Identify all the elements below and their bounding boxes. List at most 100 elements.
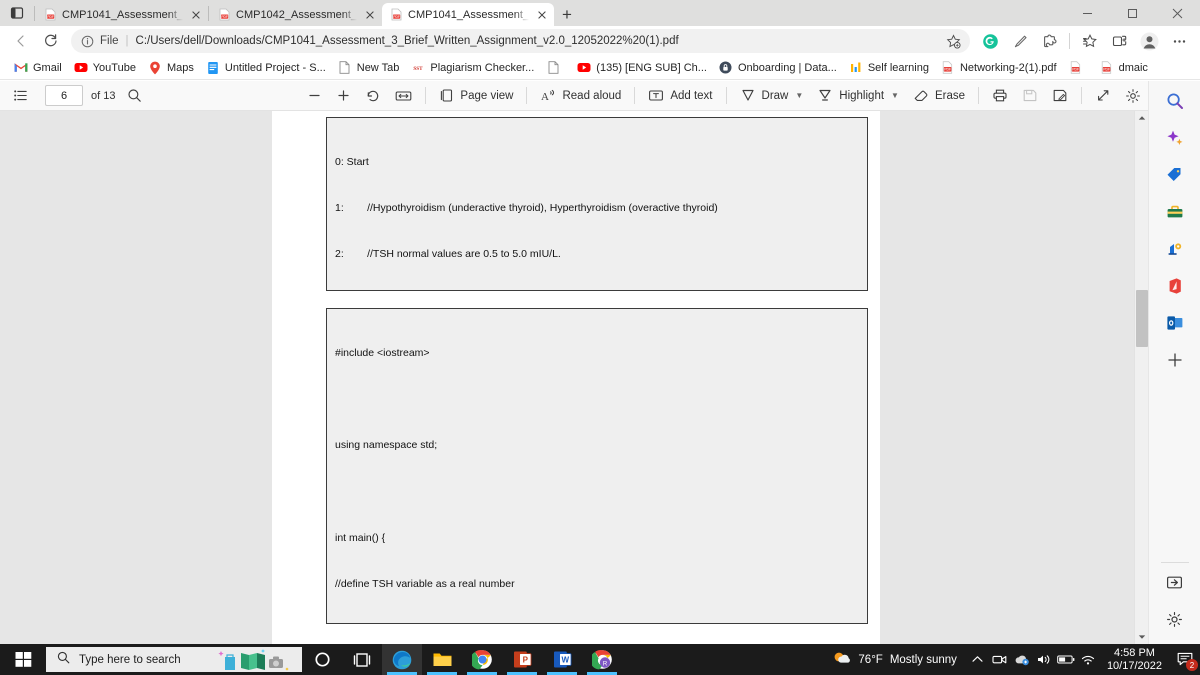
chevron-down-icon[interactable]: ▼ (795, 91, 803, 100)
bookmark-youtube[interactable]: YouTube (68, 59, 142, 77)
scroll-up-arrow-icon[interactable] (1135, 111, 1148, 125)
new-tab-button[interactable]: + (554, 4, 580, 26)
taskbar-app-task-view[interactable] (342, 644, 382, 675)
start-button[interactable] (0, 644, 46, 675)
sidebar-item-office[interactable] (1160, 273, 1190, 303)
bookmark-eng-sub-video[interactable]: (135) [ENG SUB] Ch... (571, 59, 713, 77)
extension-puzzle-icon[interactable] (1035, 28, 1065, 54)
vertical-scrollbar[interactable] (1134, 111, 1148, 644)
info-circle-icon[interactable] (80, 34, 95, 49)
close-icon[interactable] (188, 7, 204, 23)
collections-star-icon[interactable] (1074, 28, 1104, 54)
page-view-icon (439, 88, 454, 103)
taskbar-app-file-explorer[interactable] (422, 644, 462, 675)
zoom-in-button[interactable] (329, 84, 358, 108)
bookmark-onboarding[interactable]: Onboarding | Data... (713, 59, 843, 77)
taskbar-app-chrome[interactable] (462, 644, 502, 675)
sidebar-item-outlook[interactable] (1160, 310, 1190, 340)
toc-button[interactable] (0, 84, 35, 108)
battery-icon[interactable] (1055, 644, 1077, 675)
highlighter-icon (817, 88, 833, 103)
draw-button[interactable]: Draw ▼ (733, 84, 811, 108)
tab-1[interactable]: PDF CMP1041_Assessment_2_Brief_P (36, 3, 208, 26)
chevron-down-icon[interactable]: ▼ (891, 91, 899, 100)
tab-3[interactable]: PDF CMP1041_Assessment_3_Brief_W (382, 3, 554, 26)
tab-2[interactable]: PDF CMP1042_Assessment_3_CaseSt (210, 3, 382, 26)
fit-page-button[interactable] (388, 84, 419, 108)
page-view-button[interactable]: Page view (432, 84, 520, 108)
save-button[interactable] (1015, 84, 1045, 108)
profile-avatar-icon[interactable] (1134, 28, 1164, 54)
fullscreen-button[interactable] (1088, 84, 1118, 108)
taskbar-app-chrome-remote[interactable]: R (582, 644, 622, 675)
taskbar-app-word[interactable]: W (542, 644, 582, 675)
cloud-sync-icon[interactable] (1011, 644, 1033, 675)
sidebar-settings-button[interactable] (1160, 607, 1190, 637)
bookmark-maps[interactable]: Maps (142, 59, 200, 77)
office-icon (1166, 277, 1184, 300)
settings-more-icon[interactable] (1164, 28, 1194, 54)
sidebar-item-discover[interactable] (1160, 125, 1190, 155)
split-screen-icon[interactable] (1104, 28, 1134, 54)
bookmark-pdf-blank[interactable]: PDF (1063, 59, 1094, 77)
sidebar-item-tools[interactable] (1160, 199, 1190, 229)
bookmark-new-tab[interactable]: New Tab (332, 59, 406, 77)
page-number-input[interactable]: 6 (45, 85, 83, 106)
taskbar-search[interactable]: Type here to search (46, 647, 302, 672)
grammarly-icon[interactable] (975, 28, 1005, 54)
notification-badge: 2 (1186, 659, 1198, 671)
minimize-icon[interactable] (1065, 0, 1110, 26)
notification-center-button[interactable]: 2 (1170, 644, 1200, 675)
sidebar-item-add-app[interactable] (1160, 347, 1190, 377)
taskbar-clock[interactable]: 4:58 PM 10/17/2022 (1099, 647, 1170, 673)
show-hidden-icons-chevron[interactable] (967, 644, 989, 675)
scroll-down-arrow-icon[interactable] (1135, 630, 1148, 644)
save-as-button[interactable] (1045, 84, 1075, 108)
bookmark-dmaic[interactable]: PDF dmaic (1094, 59, 1154, 77)
volume-icon[interactable] (1033, 644, 1055, 675)
toolbar-separator (425, 87, 427, 104)
sidebar-toggle-button[interactable] (1160, 570, 1190, 600)
erase-button[interactable]: Erase (906, 84, 972, 108)
refresh-icon[interactable] (36, 28, 66, 54)
bookmark-blank-page[interactable] (540, 59, 571, 77)
favorite-star-icon[interactable] (940, 30, 966, 52)
taskbar-weather[interactable]: 76°F Mostly sunny (826, 650, 967, 669)
read-aloud-button[interactable]: A Read aloud (533, 84, 628, 108)
bookmark-gmail[interactable]: Gmail (8, 59, 68, 77)
weather-temp: 76°F (858, 653, 883, 666)
pen-read-icon[interactable] (1005, 28, 1035, 54)
erase-label: Erase (934, 89, 965, 102)
scrollbar-thumb[interactable] (1136, 290, 1148, 347)
taskbar-app-powerpoint[interactable]: P (502, 644, 542, 675)
maximize-icon[interactable] (1110, 0, 1155, 26)
address-bar[interactable]: File | C:/Users/dell/Downloads/CMP1041_A… (71, 29, 970, 53)
taskbar-app-edge[interactable] (382, 644, 422, 675)
bookmark-untitled-project[interactable]: Untitled Project - S... (200, 59, 332, 77)
find-button[interactable] (120, 84, 149, 108)
bookmark-label: Networking-2(1).pdf (959, 61, 1057, 74)
bookmark-networking-pdf[interactable]: PDF Networking-2(1).pdf (935, 59, 1063, 77)
pdf-settings-button[interactable] (1118, 84, 1148, 108)
bookmark-plagiarism-checker[interactable]: SST Plagiarism Checker... (405, 59, 540, 77)
rotate-button[interactable] (358, 84, 388, 108)
bookmark-self-learning[interactable]: Self learning (843, 59, 935, 77)
taskbar-app-cortana[interactable] (302, 644, 342, 675)
close-icon[interactable] (362, 7, 378, 23)
sidebar-item-games[interactable] (1160, 236, 1190, 266)
wifi-icon[interactable] (1077, 644, 1099, 675)
highlight-button[interactable]: Highlight ▼ (810, 84, 906, 108)
print-button[interactable] (985, 84, 1015, 108)
teams-camera-icon[interactable] (989, 644, 1011, 675)
zoom-out-button[interactable] (300, 84, 329, 108)
sidebar-item-shopping[interactable] (1160, 162, 1190, 192)
tab-strip: PDF CMP1041_Assessment_2_Brief_P PDF CMP… (0, 0, 1200, 26)
svg-text:W: W (561, 656, 569, 665)
sidebar-item-search[interactable] (1160, 88, 1190, 118)
back-arrow-icon[interactable] (6, 28, 36, 54)
tab-actions-menu-icon[interactable] (0, 0, 34, 26)
blue-doc-icon (206, 61, 220, 75)
close-icon[interactable] (1155, 0, 1200, 26)
close-icon[interactable] (534, 7, 550, 23)
add-text-button[interactable]: Add text (641, 84, 719, 108)
